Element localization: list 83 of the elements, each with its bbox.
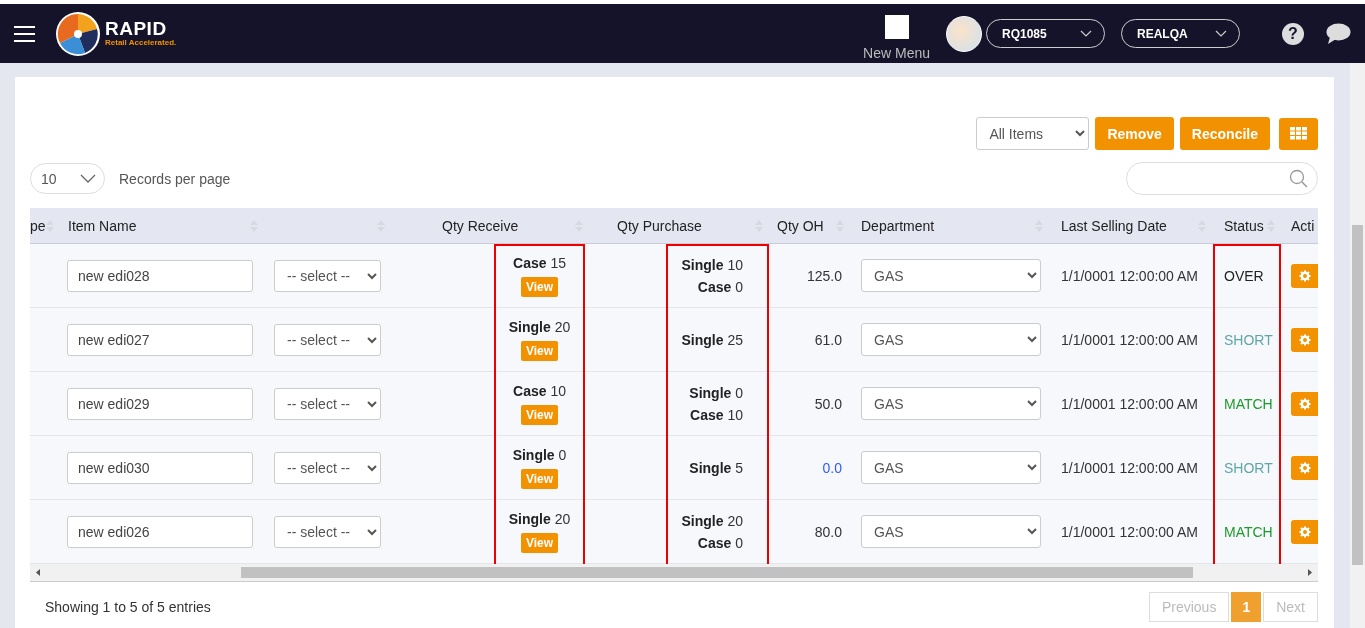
quantity-text: Case 0	[697, 534, 743, 551]
column-header[interactable]: Qty OH	[777, 217, 824, 234]
quantity-text: Case 15	[513, 254, 566, 271]
department-dropdown[interactable]: GAS	[861, 323, 1041, 356]
brand-name: RAPID	[105, 19, 168, 38]
horizontal-scrollbar[interactable]	[30, 564, 1318, 582]
brand-tagline: Retail Accelerated.	[105, 38, 177, 48]
menu-icon[interactable]	[14, 25, 35, 42]
row-action-button[interactable]	[1291, 519, 1318, 544]
column-header[interactable]: Acti	[1291, 217, 1315, 234]
qty-on-hand: 50.0	[814, 395, 842, 412]
column-header[interactable]: Qty Purchase	[617, 217, 702, 234]
row-action-button[interactable]	[1291, 327, 1318, 352]
department-dropdown[interactable]: GAS	[861, 259, 1041, 292]
item-name-field[interactable]: new edi030	[67, 451, 253, 484]
status-text: SHORT	[1224, 459, 1273, 476]
avatar[interactable]	[946, 15, 982, 52]
new-menu-icon[interactable]	[884, 14, 909, 39]
logo-icon	[55, 10, 101, 57]
quantity-text: Single 0	[689, 384, 743, 401]
column-header[interactable]: Item Name	[68, 217, 137, 234]
row-action-button[interactable]	[1291, 391, 1318, 416]
chevron-icon	[1215, 30, 1227, 37]
item-name-field[interactable]: new edi027	[67, 323, 253, 356]
mapping-dropdown[interactable]: -- select --	[274, 323, 381, 356]
status-text: SHORT	[1224, 331, 1273, 348]
status-text: MATCH	[1224, 395, 1273, 412]
search-icon[interactable]	[1289, 169, 1308, 188]
quantity-text: Single 20	[681, 512, 743, 529]
column-header[interactable]: Department	[861, 217, 935, 234]
scroll-right-icon[interactable]	[1308, 569, 1312, 576]
department-dropdown[interactable]: GAS	[861, 451, 1041, 484]
column-header[interactable]: Qty Receive	[442, 217, 519, 234]
gear-icon	[1299, 333, 1311, 346]
quantity-text: Case 0	[697, 278, 743, 295]
department-dropdown[interactable]: GAS	[861, 387, 1041, 420]
column-header[interactable]: pe	[30, 217, 46, 234]
column-header[interactable]: Last Selling Date	[1061, 217, 1167, 234]
mapping-dropdown[interactable]: -- select --	[274, 387, 381, 420]
quantity-text: Single 10	[681, 256, 743, 273]
qty-on-hand: 125.0	[806, 267, 842, 284]
row-action-button[interactable]	[1291, 263, 1318, 288]
entries-summary: Showing 1 to 5 of 5 entries	[45, 599, 211, 615]
date-text: 1/1/0001 12:00:00 AM	[1061, 523, 1198, 540]
mapping-dropdown[interactable]: -- select --	[274, 515, 381, 548]
department-dropdown[interactable]: GAS	[861, 515, 1041, 548]
grid-icon	[1290, 127, 1307, 140]
column-chooser-button[interactable]	[1279, 117, 1318, 150]
qty-on-hand: 0.0	[822, 459, 842, 476]
quantity-text: Case 10	[690, 406, 743, 423]
status-text: OVER	[1224, 267, 1264, 284]
mapping-dropdown[interactable]: -- select --	[274, 451, 381, 484]
gear-icon	[1299, 269, 1311, 282]
chevron-icon	[80, 174, 96, 183]
date-text: 1/1/0001 12:00:00 AM	[1061, 267, 1198, 284]
item-name-field[interactable]: new edi028	[67, 259, 253, 292]
new-menu-label[interactable]: New Menu	[863, 44, 930, 61]
help-icon[interactable]: ?	[1282, 22, 1304, 45]
item-name-field[interactable]: new edi026	[67, 515, 253, 548]
status-text: MATCH	[1224, 523, 1273, 540]
quantity-text: Single 0	[512, 446, 567, 463]
page-size-label: Records per page	[119, 170, 231, 187]
qty-on-hand: 61.0	[814, 331, 842, 348]
chat-icon[interactable]	[1326, 22, 1351, 45]
gear-icon	[1299, 397, 1311, 410]
row-action-button[interactable]	[1291, 455, 1318, 480]
quantity-text: Single 25	[681, 331, 743, 348]
quantity-text: Single 5	[689, 459, 743, 476]
item-name-field[interactable]: new edi029	[67, 387, 253, 420]
column-header[interactable]: Status	[1224, 217, 1264, 234]
qty-on-hand: 80.0	[814, 523, 842, 540]
date-text: 1/1/0001 12:00:00 AM	[1061, 395, 1198, 412]
date-text: 1/1/0001 12:00:00 AM	[1061, 459, 1198, 476]
mapping-dropdown[interactable]: -- select --	[274, 259, 381, 292]
quantity-text: Case 10	[513, 382, 566, 399]
quantity-text: Single 20	[508, 318, 571, 335]
scroll-left-icon[interactable]	[36, 569, 40, 576]
quantity-text: Single 20	[508, 510, 571, 527]
gear-icon	[1299, 461, 1311, 474]
gear-icon	[1299, 525, 1311, 538]
chevron-icon	[1080, 30, 1092, 37]
date-text: 1/1/0001 12:00:00 AM	[1061, 331, 1198, 348]
filter-dropdown[interactable]: All Items	[976, 117, 1090, 150]
